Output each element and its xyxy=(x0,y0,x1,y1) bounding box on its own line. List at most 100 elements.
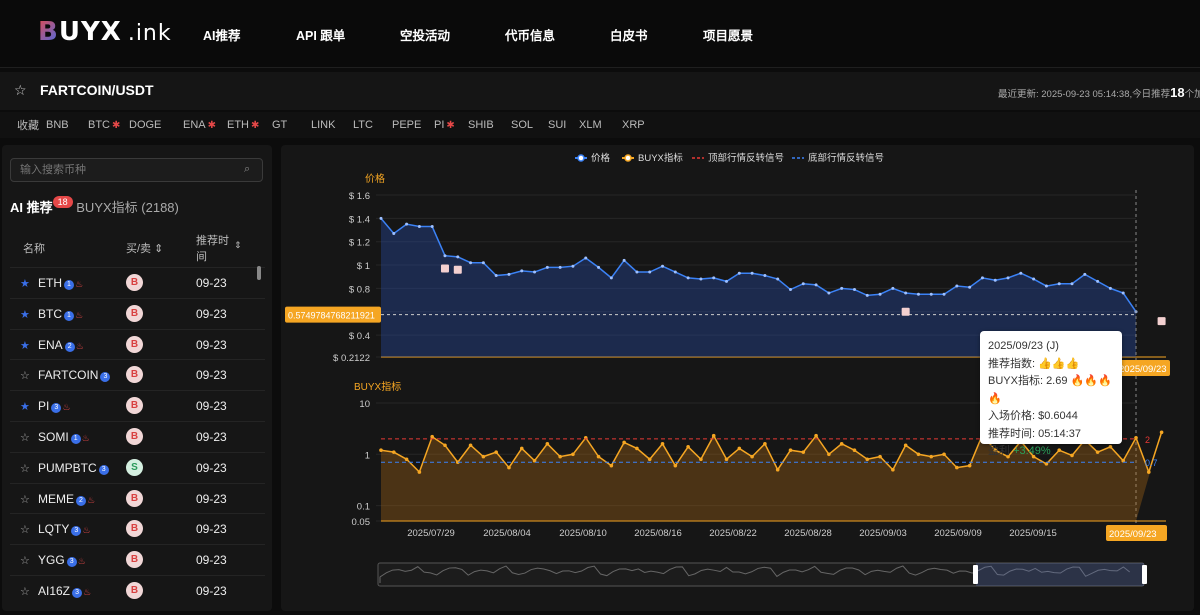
coin-name: MEME 2 ♨ xyxy=(38,491,96,506)
col-name: 名称 xyxy=(23,243,45,255)
fav-item[interactable]: ENA ✱ xyxy=(183,119,227,131)
table-row[interactable]: ☆ SOMI 1 ♨ B 09-23 xyxy=(10,421,265,452)
fav-item[interactable]: DOGE xyxy=(129,119,183,131)
price-point xyxy=(763,274,767,278)
table-row[interactable]: ★ PI 3 ♨ B 09-23 xyxy=(10,390,265,421)
price-point xyxy=(571,264,575,268)
buyx-point xyxy=(635,446,639,451)
price-point xyxy=(405,222,409,226)
table-row[interactable]: ★ ENA 2 ♨ B 09-23 xyxy=(10,328,265,360)
star-icon[interactable]: ☆ xyxy=(20,369,30,382)
buyx-point xyxy=(724,457,729,462)
nav-airdrop[interactable]: 空投活动 xyxy=(400,25,505,44)
fav-item[interactable]: ETH ✱ xyxy=(227,119,272,131)
table-row[interactable]: ☆ LQTY 3 ♨ B 09-23 xyxy=(10,513,265,544)
recommend-date: 09-23 xyxy=(196,553,227,568)
buyx-point xyxy=(903,443,908,448)
x-tick: 2025/07/29 xyxy=(407,528,455,539)
search-icon[interactable]: ⌕ xyxy=(244,163,250,176)
buyx-point xyxy=(622,440,626,445)
price-point xyxy=(814,283,818,287)
table-row[interactable]: ☆ MEME 2 ♨ B 09-23 xyxy=(10,482,265,514)
star-icon[interactable]: ☆ xyxy=(20,493,30,506)
tooltip-time: 推荐时间: 05:14:37 xyxy=(988,427,1081,440)
nav-ai-recommend[interactable]: AI推荐 xyxy=(203,25,296,44)
ai-count-badge: 18 xyxy=(52,196,73,208)
sort-icon[interactable]: ⇕ xyxy=(234,240,242,251)
star-icon[interactable]: ☆ xyxy=(20,462,30,475)
buyx-point xyxy=(763,442,767,446)
recommend-date: 09-23 xyxy=(196,522,227,537)
star-filled-icon[interactable]: ★ xyxy=(20,400,30,413)
hot-dot-icon: ✱ xyxy=(207,120,217,131)
nav-whitepaper[interactable]: 白皮书 xyxy=(610,25,703,44)
star-icon[interactable]: ☆ xyxy=(20,523,30,536)
search-input[interactable] xyxy=(10,158,263,182)
price-tick: $ 0.2122 xyxy=(333,353,370,364)
fav-item[interactable]: BTC ✱ xyxy=(88,119,129,131)
nav-token-info[interactable]: 代币信息 xyxy=(505,25,610,44)
fav-item[interactable]: XLM xyxy=(579,119,622,131)
buyx-point xyxy=(379,448,383,453)
star-filled-icon[interactable]: ★ xyxy=(20,277,30,290)
fav-item[interactable]: XRP xyxy=(622,119,662,131)
recommend-date: 09-23 xyxy=(196,306,227,321)
fav-item[interactable]: LINK xyxy=(311,119,353,131)
col-time[interactable]: 推荐时 xyxy=(196,232,229,248)
buyx-point xyxy=(929,454,934,459)
fav-item[interactable]: GT xyxy=(272,119,311,131)
star-icon[interactable]: ☆ xyxy=(20,585,30,598)
price-point xyxy=(801,282,805,286)
star-icon[interactable]: ☆ xyxy=(20,431,30,444)
fav-item[interactable]: SOL xyxy=(511,119,548,131)
table-row[interactable]: ☆ YGG 3 ♨ B 09-23 xyxy=(10,544,265,575)
tab-ai-recommend[interactable]: AI 推荐 xyxy=(10,200,53,215)
favorite-star-icon[interactable]: ☆ xyxy=(14,82,27,99)
buyx-point xyxy=(647,457,652,462)
fav-item[interactable]: SUI xyxy=(548,119,579,131)
table-row[interactable]: ☆ FARTCOIN 3 B 09-23 xyxy=(10,359,265,390)
star-filled-icon[interactable]: ★ xyxy=(20,339,30,352)
price-point xyxy=(584,256,588,260)
buyx-point xyxy=(1134,435,1138,440)
price-point xyxy=(379,216,383,220)
price-tick: $ 0.4 xyxy=(349,331,370,342)
price-point xyxy=(533,270,537,274)
table-row[interactable]: ☆ AI16Z 3 ♨ B 09-23 xyxy=(10,575,265,606)
tab-buyx[interactable]: BUYX指标 (2188) xyxy=(76,200,179,215)
price-point xyxy=(904,291,908,295)
price-point xyxy=(929,292,933,296)
recommend-date: 09-23 xyxy=(196,584,227,598)
table-row[interactable]: ☆ PUMPBTC 3 S 09-23 xyxy=(10,451,265,483)
price-point xyxy=(993,278,997,282)
buyx-point xyxy=(468,443,473,448)
level-badge: 3 xyxy=(98,464,109,475)
zoom-handle-left xyxy=(973,565,978,584)
buyx-logo[interactable]: BUYX .ink xyxy=(38,17,172,47)
current-price-label: 0.5749784768211921 xyxy=(288,311,375,321)
fav-item[interactable]: PEPE xyxy=(392,119,434,131)
fav-item[interactable]: LTC xyxy=(353,119,392,131)
buyx-point xyxy=(916,452,921,457)
recommend-date: 09-23 xyxy=(196,460,227,475)
nav-api-copy[interactable]: API 跟单 xyxy=(296,25,400,44)
price-point xyxy=(507,272,511,276)
col-side[interactable]: 买/卖 ⇕ xyxy=(126,240,163,256)
fav-item[interactable]: BNB xyxy=(46,119,88,131)
star-filled-icon[interactable]: ★ xyxy=(20,308,30,321)
coin-name: AI16Z 3 ♨ xyxy=(38,584,92,598)
recommend-date: 09-23 xyxy=(196,276,227,290)
table-row[interactable]: ★ BTC 1 ♨ B 09-23 xyxy=(10,297,265,329)
nav-vision[interactable]: 项目愿景 xyxy=(703,25,753,44)
table-row[interactable]: ★ ETH 1 ♨ B 09-23 xyxy=(10,267,265,298)
price-point xyxy=(955,284,959,288)
side-badge: S xyxy=(126,458,143,476)
price-point xyxy=(456,255,460,259)
last-updated: 最近更新: 2025-09-23 05:14:38,今日推荐18个加 xyxy=(998,85,1200,100)
list-scrollbar[interactable] xyxy=(257,266,261,280)
fav-item[interactable]: PI ✱ xyxy=(434,119,468,131)
fav-item[interactable]: SHIB xyxy=(468,119,511,131)
buyx-point xyxy=(750,454,754,459)
zoom-handle-right xyxy=(1142,565,1147,584)
star-icon[interactable]: ☆ xyxy=(20,554,30,567)
